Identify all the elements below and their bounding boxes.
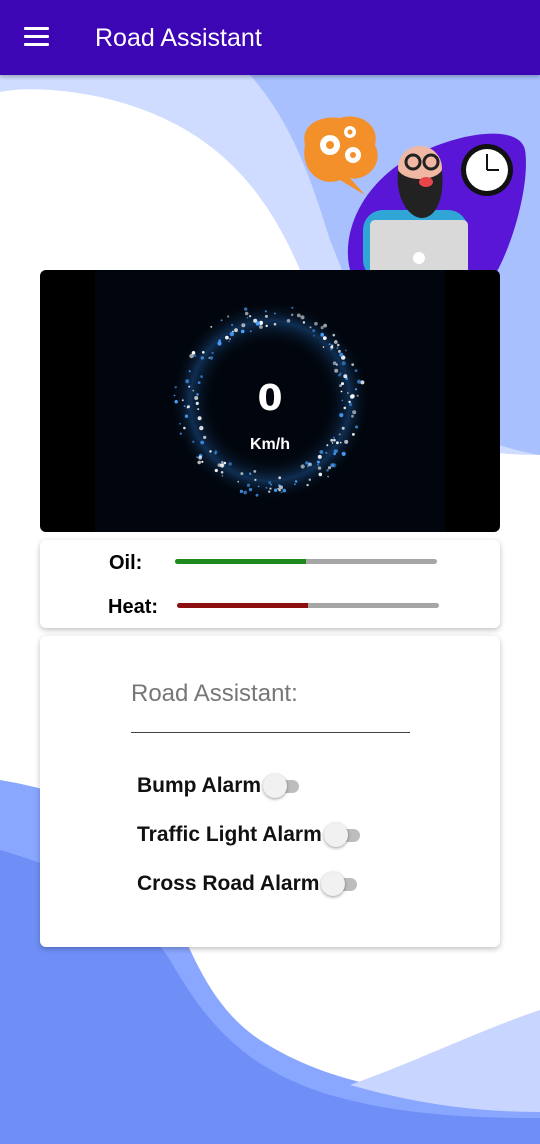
- speedometer-gauge: 0 Km/h: [95, 270, 445, 532]
- clock-icon: [461, 144, 513, 196]
- oil-level-bar: [175, 559, 437, 564]
- app-bar: Road Assistant: [0, 0, 540, 75]
- hamburger-menu-icon[interactable]: [24, 27, 49, 47]
- oil-level-fill: [175, 559, 306, 564]
- heat-level-fill: [177, 603, 308, 608]
- cross-road-alarm-row[interactable]: Cross Road Alarm: [137, 872, 358, 896]
- gears-bubble-icon: [304, 116, 378, 195]
- speed-unit: Km/h: [250, 436, 290, 453]
- bump-alarm-toggle[interactable]: [263, 774, 300, 798]
- traffic-light-alarm-row[interactable]: Traffic Light Alarm: [137, 823, 360, 847]
- oil-label: Oil:: [109, 552, 143, 574]
- heat-label: Heat:: [108, 596, 159, 618]
- speed-value: 0: [257, 378, 283, 419]
- title-divider: [131, 732, 410, 733]
- alarms-card: Road Assistant: Bump Alarm Traffic Light…: [40, 636, 500, 947]
- bump-alarm-row[interactable]: Bump Alarm: [137, 774, 300, 798]
- cross-road-alarm-label: Cross Road Alarm: [137, 872, 320, 895]
- section-title: Road Assistant:: [131, 680, 298, 707]
- cross-road-alarm-toggle[interactable]: [321, 872, 358, 896]
- traffic-light-alarm-toggle[interactable]: [323, 823, 360, 847]
- bump-alarm-label: Bump Alarm: [137, 774, 262, 797]
- heat-level-bar: [177, 603, 439, 608]
- person-laptop-illustration: [304, 116, 526, 280]
- page-title: Road Assistant: [95, 24, 262, 52]
- traffic-light-alarm-label: Traffic Light Alarm: [137, 823, 322, 846]
- speedometer-card: 0 Km/h: [40, 270, 500, 532]
- levels-card: Oil: Heat:: [40, 540, 500, 628]
